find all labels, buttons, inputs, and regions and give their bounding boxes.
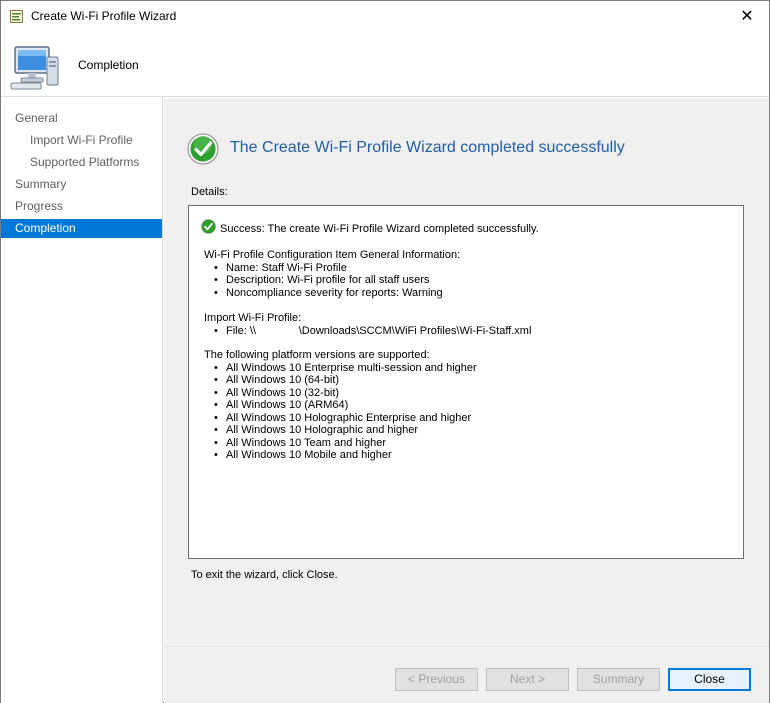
wizard-app-icon — [10, 10, 23, 23]
nav-item-summary[interactable]: Summary — [1, 175, 162, 194]
small-success-check-icon — [201, 219, 216, 234]
platform-heading: The following platform versions are supp… — [204, 349, 430, 361]
nav-item-import-wifi-profile[interactable]: Import Wi-Fi Profile — [1, 131, 162, 150]
list-item: All Windows 10 Holographic Enterprise an… — [204, 412, 477, 425]
exit-instructions: To exit the wizard, click Close. — [191, 569, 338, 581]
completion-headline: The Create Wi-Fi Profile Wizard complete… — [230, 139, 625, 156]
summary-button[interactable]: Summary — [577, 668, 660, 691]
previous-button[interactable]: < Previous — [395, 668, 478, 691]
nav-item-supported-platforms[interactable]: Supported Platforms — [1, 153, 162, 172]
window-title: Create Wi-Fi Profile Wizard — [31, 9, 177, 23]
general-info-section: Wi-Fi Profile Configuration Item General… — [204, 249, 460, 299]
list-item: All Windows 10 Enterprise multi-session … — [204, 362, 477, 375]
wizard-footer: < Previous Next > Summary Close — [164, 646, 769, 703]
list-item: Name: Staff Wi-Fi Profile — [204, 262, 460, 275]
page-title: Completion — [78, 58, 139, 72]
list-item: Noncompliance severity for reports: Warn… — [204, 287, 460, 300]
general-info-heading: Wi-Fi Profile Configuration Item General… — [204, 249, 461, 261]
nav-item-general[interactable]: General — [1, 109, 162, 128]
wizard-nav: General Import Wi-Fi Profile Supported P… — [1, 98, 163, 703]
nav-item-progress[interactable]: Progress — [1, 197, 162, 216]
import-section: Import Wi-Fi Profile: File: \\ \Download… — [204, 312, 531, 337]
list-item: All Windows 10 Holographic and higher — [204, 424, 477, 437]
list-item: Description: Wi-Fi profile for all staff… — [204, 274, 460, 287]
wizard-header: Completion — [1, 31, 769, 97]
success-message: Success: The create Wi-Fi Profile Wizard… — [220, 223, 539, 235]
list-item: File: \\ \Downloads\SCCM\WiFi Profiles\W… — [204, 325, 531, 338]
details-label: Details: — [191, 186, 228, 198]
list-item: All Windows 10 (32-bit) — [204, 387, 477, 400]
platform-section: The following platform versions are supp… — [204, 349, 477, 462]
details-box[interactable]: Success: The create Wi-Fi Profile Wizard… — [188, 205, 744, 559]
import-heading: Import Wi-Fi Profile: — [204, 312, 302, 324]
nav-item-completion[interactable]: Completion — [1, 219, 162, 238]
window-close-button[interactable]: ✕ — [725, 1, 769, 31]
success-check-icon — [187, 133, 219, 165]
list-item: All Windows 10 Team and higher — [204, 437, 477, 450]
next-button[interactable]: Next > — [486, 668, 569, 691]
list-item: All Windows 10 (ARM64) — [204, 399, 477, 412]
close-icon: ✕ — [740, 8, 754, 25]
wizard-content: The Create Wi-Fi Profile Wizard complete… — [164, 98, 769, 646]
computer-icon — [10, 46, 59, 90]
wizard-window: Create Wi-Fi Profile Wizard ✕ Completion… — [0, 0, 770, 703]
title-bar: Create Wi-Fi Profile Wizard ✕ — [1, 1, 769, 31]
close-button[interactable]: Close — [668, 668, 751, 691]
list-item: All Windows 10 Mobile and higher — [204, 449, 477, 462]
list-item: All Windows 10 (64-bit) — [204, 374, 477, 387]
